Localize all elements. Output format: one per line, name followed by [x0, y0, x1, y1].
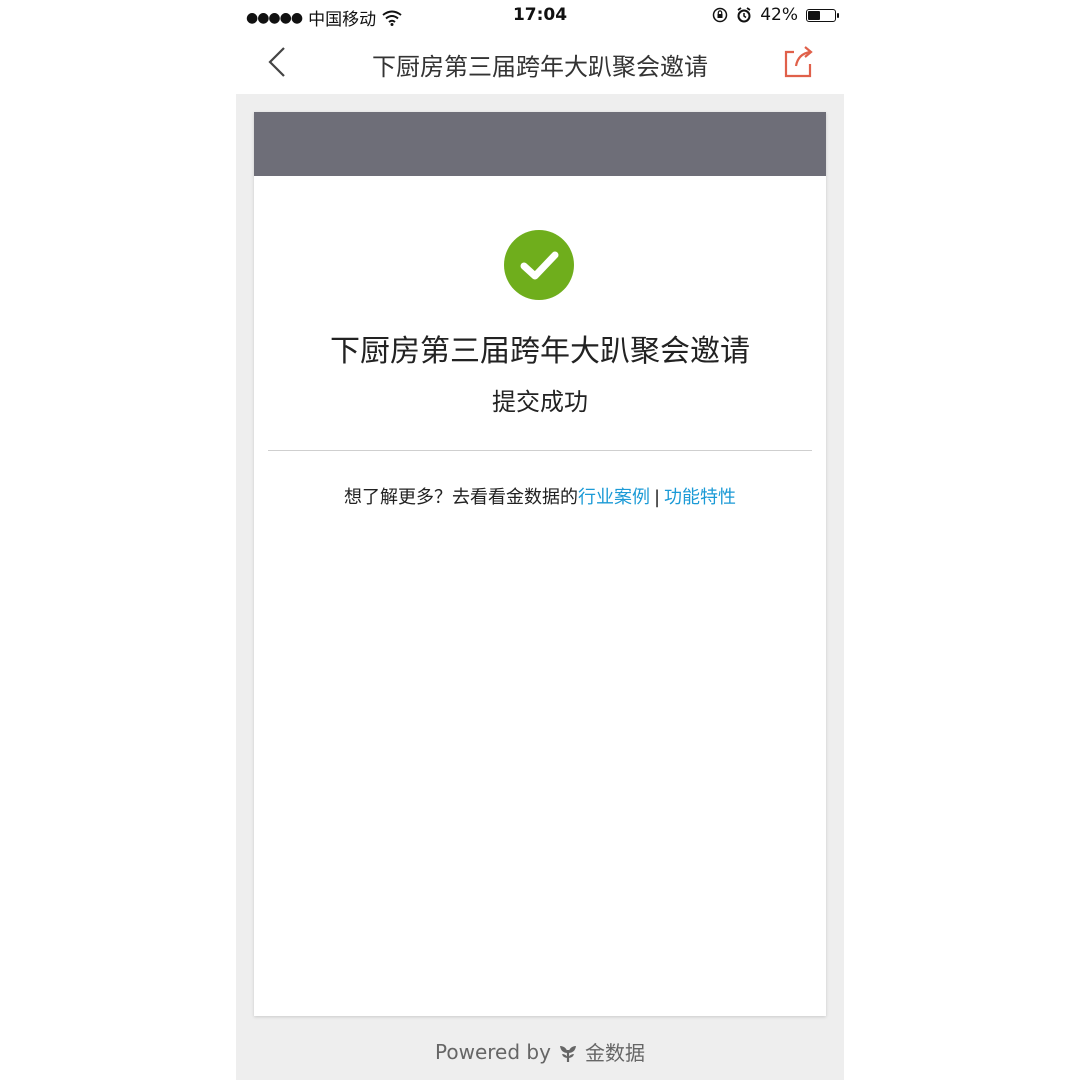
page-title: 下厨房第三届跨年大趴聚会邀请: [372, 53, 708, 81]
divider: [268, 450, 812, 451]
submit-success-text: 提交成功: [492, 388, 588, 416]
rotation-lock-icon: [712, 7, 728, 23]
content-area: 下厨房第三届跨年大趴聚会邀请 提交成功 想了解更多？去看看金数据的行业案例 | 功能…: [236, 94, 844, 1080]
brand-name[interactable]: 金数据: [585, 1037, 645, 1066]
share-icon[interactable]: [778, 42, 818, 82]
back-chevron-icon[interactable]: [260, 42, 300, 82]
battery-fill: [808, 10, 820, 20]
form-title: 下厨房第三届跨年大趴聚会邀请: [330, 334, 750, 369]
success-check-icon: [504, 230, 574, 300]
industry-cases-link[interactable]: 行业案例: [578, 487, 650, 508]
battery-icon: [806, 8, 839, 22]
powered-by-footer: Powered by 金数据: [236, 1037, 844, 1066]
battery-percent: 42%: [760, 5, 798, 25]
status-right: 42%: [712, 5, 839, 25]
card-header-bar: [254, 112, 826, 176]
features-link[interactable]: 功能特性: [664, 487, 736, 508]
status-bar: ●●●●● 中国移动 17:04 42%: [236, 0, 844, 32]
alarm-icon: [737, 7, 751, 23]
checkmark-icon: [520, 251, 559, 280]
learn-more-prefix: 想了解更多？去看看金数据的: [343, 487, 578, 508]
link-separator: |: [653, 487, 661, 508]
learn-more-line: 想了解更多？去看看金数据的行业案例 | 功能特性: [254, 483, 826, 509]
nav-bar: 下厨房第三届跨年大趴聚会邀请: [236, 32, 844, 94]
result-card: 下厨房第三届跨年大趴聚会邀请 提交成功 想了解更多？去看看金数据的行业案例 | 功能…: [254, 112, 826, 1016]
phone-screen: ●●●●● 中国移动 17:04 42% 下厨房第三届跨年大趴聚会邀请 下厨房第…: [236, 0, 844, 1080]
powered-by-text: Powered by: [435, 1039, 551, 1064]
jinshuju-logo-icon: [559, 1045, 576, 1062]
